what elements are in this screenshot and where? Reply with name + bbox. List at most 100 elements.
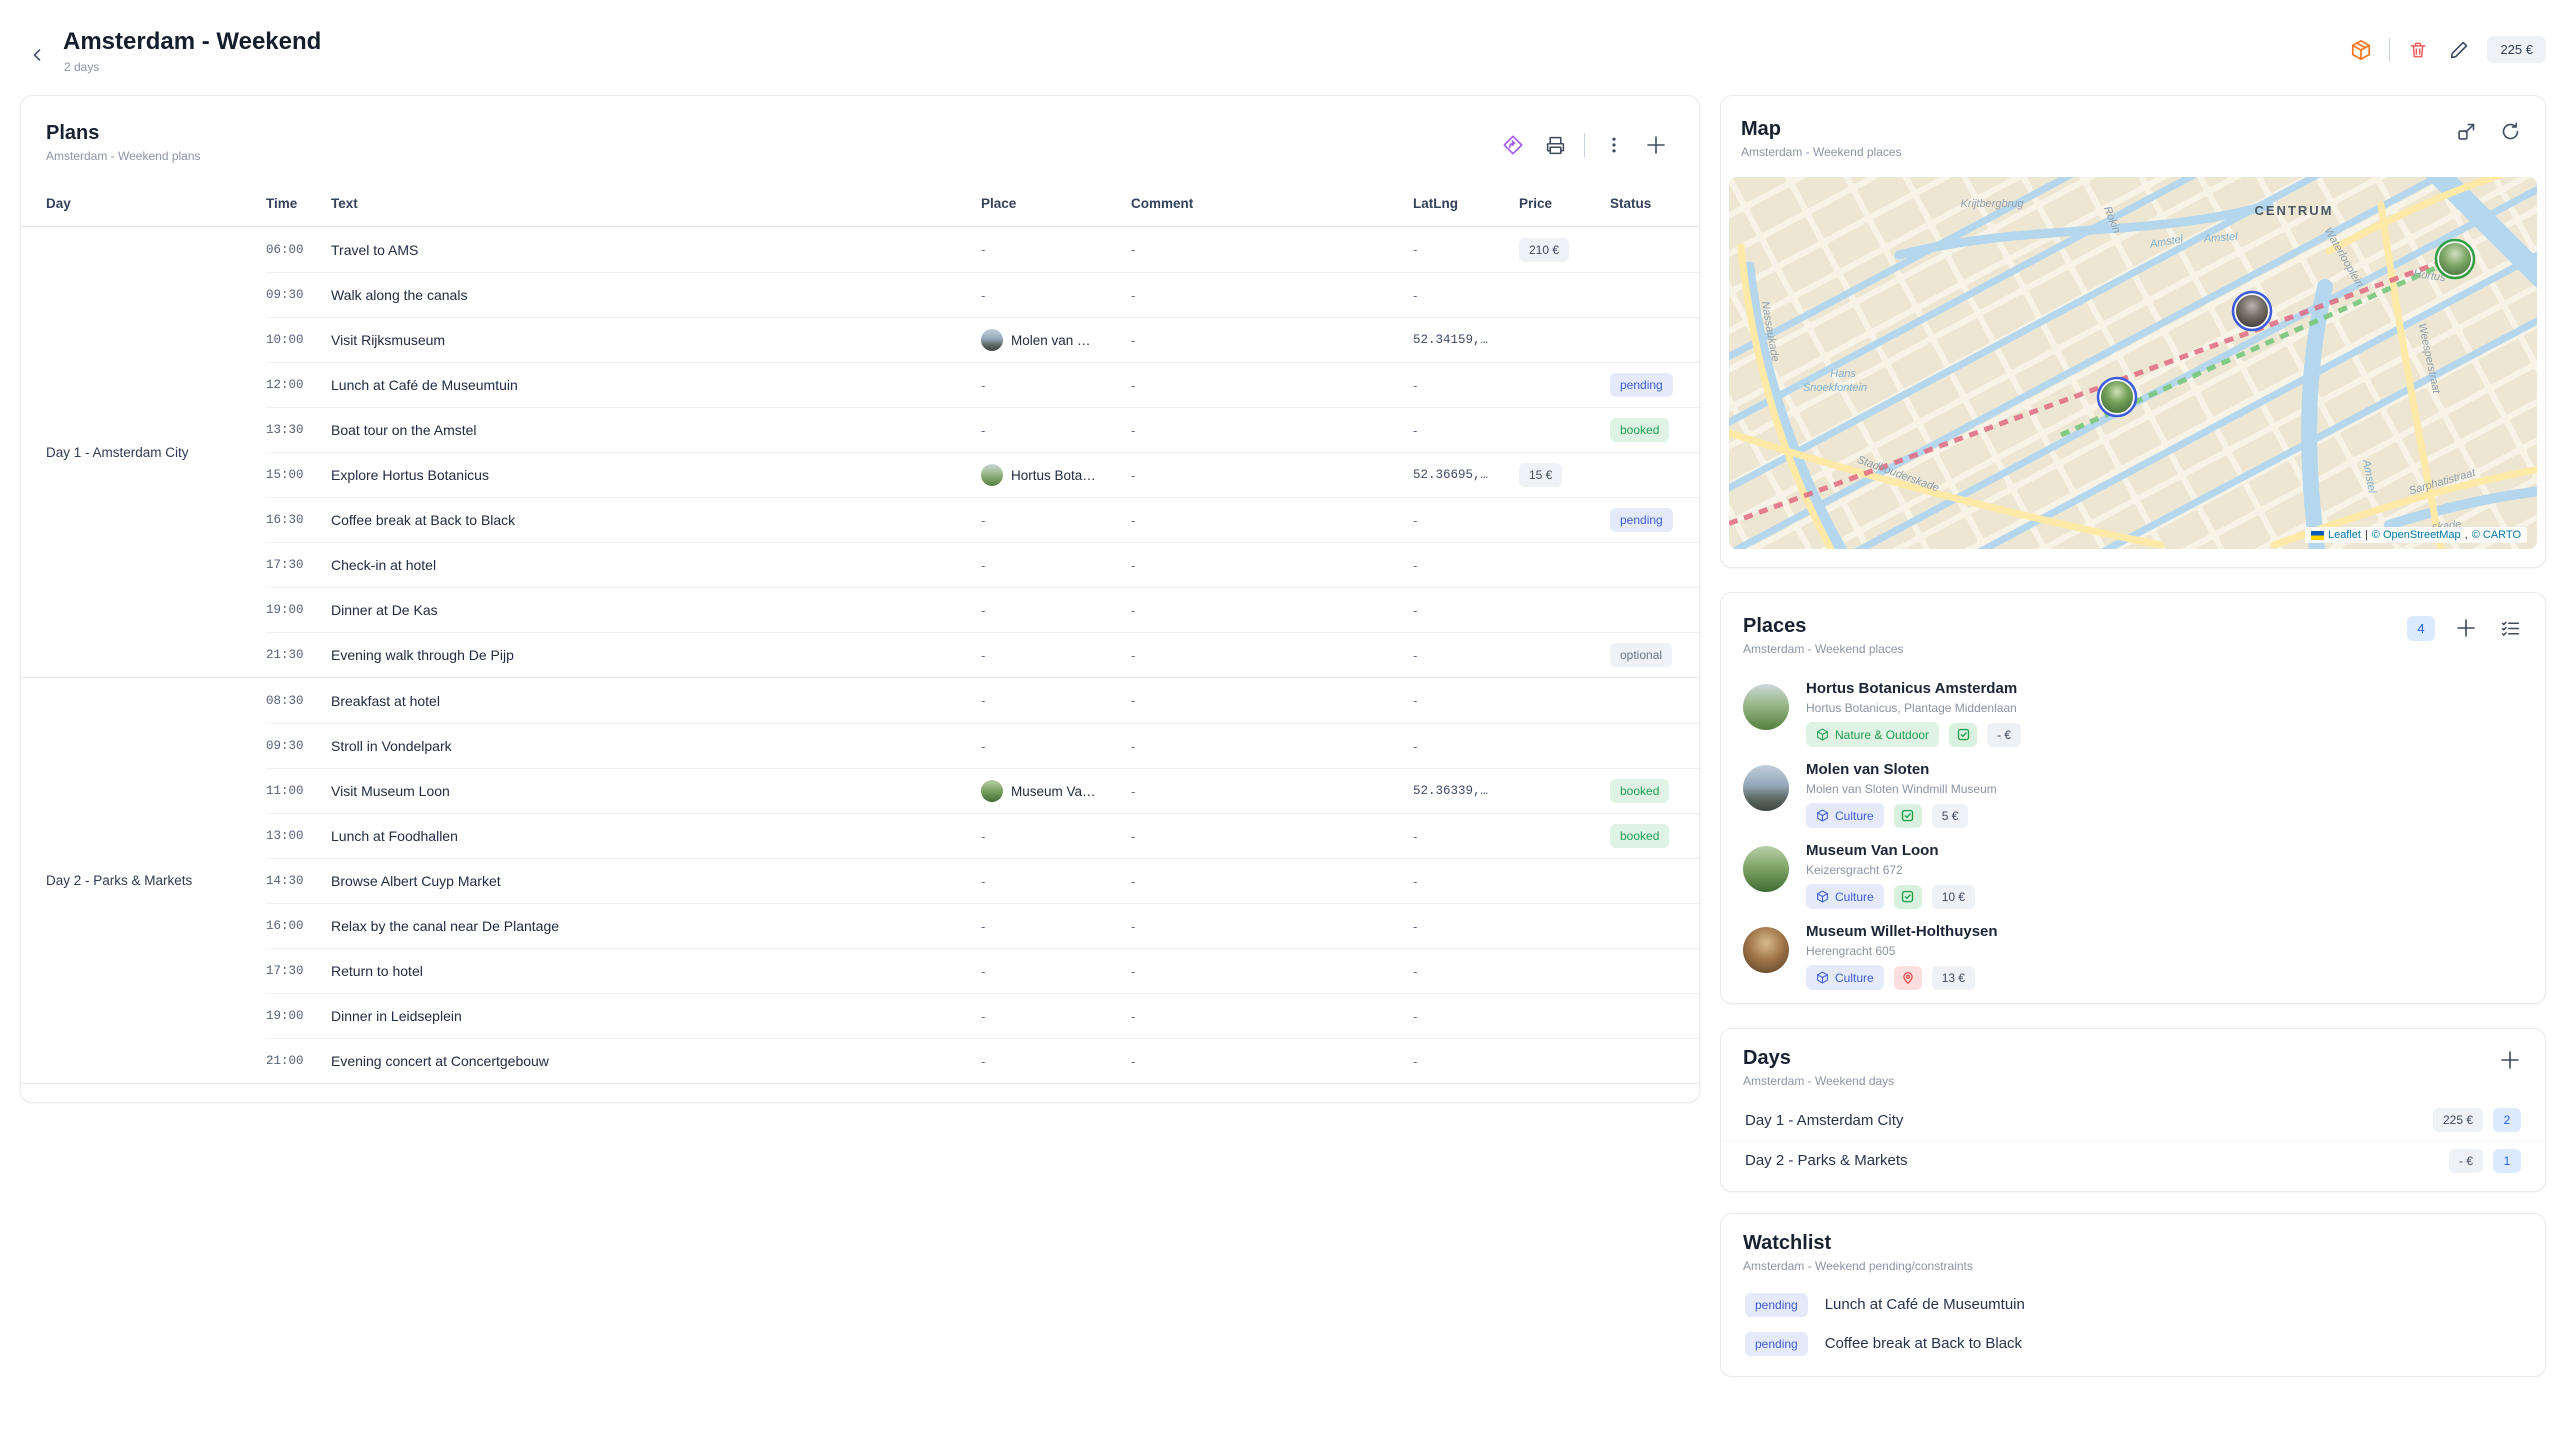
export-button[interactable] — [2348, 37, 2374, 63]
map-label: Krijtbergbrug — [1961, 198, 2025, 210]
cell-text: Walk along the canals — [331, 287, 981, 303]
plan-row[interactable]: 16:00 Relax by the canal near De Plantag… — [266, 903, 1699, 948]
place-name: Hortus Botanicus Amsterdam — [1806, 680, 2021, 697]
map-toolbar — [2453, 118, 2523, 144]
plan-row[interactable]: 12:00 Lunch at Café de Museumtuin - - - … — [266, 362, 1699, 407]
cell-place: - — [981, 964, 1131, 979]
map-marker-museum-van-loon[interactable] — [2098, 378, 2136, 416]
watchlist-item[interactable]: pending Lunch at Café de Museumtuin — [1721, 1285, 2545, 1324]
plan-row[interactable]: 21:00 Evening concert at Concertgebouw -… — [266, 1038, 1699, 1083]
cell-time: 13:30 — [266, 423, 331, 437]
plan-row[interactable]: 15:00 Explore Hortus Botanicus Hortus Bo… — [266, 452, 1699, 497]
cell-time: 08:30 — [266, 694, 331, 708]
cell-time: 16:30 — [266, 513, 331, 527]
cell-text: Check-in at hotel — [331, 557, 981, 573]
add-place-button[interactable] — [2453, 615, 2479, 641]
cell-comment: - — [1131, 513, 1413, 528]
cell-latlng: - — [1413, 964, 1519, 979]
status-badge: optional — [1610, 643, 1672, 667]
cell-text: Return to hotel — [331, 963, 981, 979]
location-pin-badge — [1894, 966, 1922, 990]
status-badge: booked — [1610, 824, 1669, 848]
place-dash: - — [981, 648, 985, 663]
map-canvas[interactable]: KrijtbergbrugRokinAmstelAmstelCENTRUMWat… — [1729, 177, 2537, 549]
cell-time: 12:00 — [266, 378, 331, 392]
cell-price: 15 € — [1519, 463, 1610, 487]
cell-comment: - — [1131, 603, 1413, 618]
cell-status: pending — [1610, 508, 1699, 532]
cell-latlng: 52.36695,… — [1413, 468, 1519, 482]
plan-row[interactable]: 21:30 Evening walk through De Pijp - - -… — [266, 632, 1699, 677]
edit-trip-button[interactable] — [2446, 37, 2472, 63]
map-refresh-button[interactable] — [2497, 118, 2523, 144]
route-button[interactable] — [1500, 132, 1526, 158]
carto-link[interactable]: © CARTO — [2472, 529, 2521, 541]
place-avatar — [981, 464, 1003, 486]
map-fullscreen-button[interactable] — [2453, 118, 2479, 144]
status-badge: booked — [1610, 779, 1669, 803]
plan-row[interactable]: 09:30 Walk along the canals - - - — [266, 272, 1699, 317]
back-button[interactable] — [24, 42, 50, 68]
place-name: Molen van Sloten — [1806, 761, 1997, 778]
add-plan-button[interactable] — [1643, 132, 1669, 158]
visited-check-badge — [1894, 885, 1922, 909]
map-attribution: Leaflet | © OpenStreetMap, © CARTO — [2305, 527, 2527, 543]
plan-row[interactable]: 19:00 Dinner at De Kas - - - — [266, 587, 1699, 632]
category-label: Culture — [1835, 972, 1874, 984]
cell-text: Travel to AMS — [331, 242, 981, 258]
plan-row[interactable]: 17:30 Return to hotel - - - — [266, 948, 1699, 993]
place-item[interactable]: Museum Willet-Holthuysen Herengracht 605… — [1721, 913, 2545, 994]
map-label: Snoekfontein — [1803, 382, 1867, 394]
watchlist-title: Watchlist — [1743, 1232, 1973, 1255]
cell-place: - — [981, 423, 1131, 438]
place-price-badge: 13 € — [1932, 966, 1975, 990]
place-item[interactable]: Hortus Botanicus Amsterdam Hortus Botani… — [1721, 670, 2545, 751]
plan-row[interactable]: 08:30 Breakfast at hotel - - - — [266, 678, 1699, 723]
plan-row[interactable]: 11:00 Visit Museum Loon Museum Va… - 52.… — [266, 768, 1699, 813]
leaflet-link[interactable]: Leaflet — [2328, 529, 2361, 541]
print-button[interactable] — [1542, 132, 1568, 158]
refresh-icon — [2500, 121, 2521, 142]
ukraine-flag-icon — [2311, 531, 2324, 540]
day-row[interactable]: Day 1 - Amsterdam City 225 € 2 — [1721, 1100, 2545, 1140]
cell-place: - — [981, 874, 1131, 889]
cell-latlng: - — [1413, 739, 1519, 754]
plan-day-group: Day 2 - Parks & Markets 08:30 Breakfast … — [21, 678, 1699, 1084]
trip-subtitle: 2 days — [64, 60, 99, 74]
plan-row[interactable]: 19:00 Dinner in Leidseplein - - - — [266, 993, 1699, 1038]
places-list-view-button[interactable] — [2497, 615, 2523, 641]
plans-menu-button[interactable] — [1601, 132, 1627, 158]
cube-icon — [1816, 890, 1829, 903]
map-label: Amstel — [2203, 231, 2239, 245]
place-item[interactable]: Molen van Sloten Molen van Sloten Windmi… — [1721, 751, 2545, 832]
watchlist-item[interactable]: pending Coffee break at Back to Black — [1721, 1324, 2545, 1363]
cell-latlng: - — [1413, 423, 1519, 438]
column-time: Time — [266, 196, 331, 211]
column-comment: Comment — [1131, 196, 1413, 211]
cell-latlng: - — [1413, 874, 1519, 889]
cell-comment: - — [1131, 1054, 1413, 1069]
plan-row[interactable]: 13:00 Lunch at Foodhallen - - - booked — [266, 813, 1699, 858]
place-item[interactable]: Museum Van Loon Keizersgracht 672 Cultur… — [1721, 832, 2545, 913]
add-day-button[interactable] — [2497, 1047, 2523, 1073]
map-marker-museum-willet[interactable] — [2233, 292, 2271, 330]
plan-row[interactable]: 13:30 Boat tour on the Amstel - - - book… — [266, 407, 1699, 452]
plan-row[interactable]: 17:30 Check-in at hotel - - - — [266, 542, 1699, 587]
cell-latlng: - — [1413, 1009, 1519, 1024]
map-marker-hortus-botanicus[interactable] — [2436, 240, 2474, 278]
plan-row[interactable]: 10:00 Visit Rijksmuseum Molen van … - 52… — [266, 317, 1699, 362]
day-group-label: Day 2 - Parks & Markets — [46, 678, 266, 1083]
cube-icon — [1816, 728, 1829, 741]
day-row[interactable]: Day 2 - Parks & Markets - € 1 — [1721, 1140, 2545, 1180]
plan-row[interactable]: 16:30 Coffee break at Back to Black - - … — [266, 497, 1699, 542]
cell-place: Hortus Bota… — [981, 464, 1131, 486]
printer-icon — [1545, 135, 1566, 156]
plan-row[interactable]: 14:30 Browse Albert Cuyp Market - - - — [266, 858, 1699, 903]
cell-place: - — [981, 513, 1131, 528]
delete-trip-button[interactable] — [2405, 37, 2431, 63]
cell-latlng: - — [1413, 603, 1519, 618]
cell-comment: - — [1131, 288, 1413, 303]
plan-row[interactable]: 09:30 Stroll in Vondelpark - - - — [266, 723, 1699, 768]
osm-link[interactable]: © OpenStreetMap — [2372, 529, 2461, 541]
plan-row[interactable]: 06:00 Travel to AMS - - - 210 € — [266, 227, 1699, 272]
